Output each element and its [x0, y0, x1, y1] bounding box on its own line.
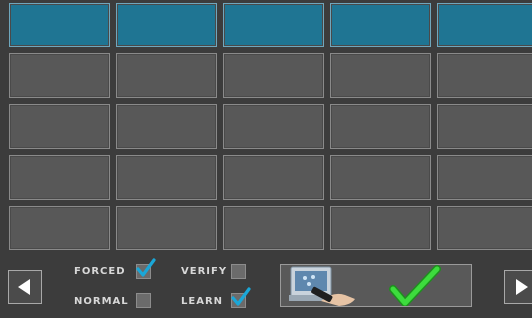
prev-page-button[interactable]	[8, 270, 42, 304]
grid-cell-r1-c3[interactable]	[223, 3, 324, 47]
grid-cell-r4-c2[interactable]	[116, 155, 217, 200]
check-icon	[136, 258, 156, 277]
grid-cell-r2-c3[interactable]	[223, 53, 324, 98]
next-page-button[interactable]	[504, 270, 532, 304]
grid-cell-r4-c5[interactable]	[437, 155, 532, 200]
preset-grid	[0, 0, 532, 254]
grid-cell-r1-c5[interactable]	[437, 3, 532, 47]
grid-cell-r2-c5[interactable]	[437, 53, 532, 98]
grid-cell-r1-c4[interactable]	[330, 3, 431, 47]
verify-label: VERIFY	[181, 266, 228, 277]
grid-cell-r3-c2[interactable]	[116, 104, 217, 149]
grid-cell-r5-c3[interactable]	[223, 206, 324, 250]
grid-cell-r5-c1[interactable]	[9, 206, 110, 250]
apply-learn-button[interactable]	[280, 264, 472, 307]
verify-checkbox[interactable]	[231, 264, 246, 279]
grid-cell-r1-c1[interactable]	[9, 3, 110, 47]
grid-cell-r1-c2[interactable]	[116, 3, 217, 47]
grid-cell-r5-c4[interactable]	[330, 206, 431, 250]
grid-cell-r5-c2[interactable]	[116, 206, 217, 250]
grid-cell-r4-c3[interactable]	[223, 155, 324, 200]
check-icon	[231, 287, 251, 306]
forced-checkbox[interactable]	[136, 258, 156, 279]
left-arrow-icon	[18, 279, 30, 295]
grid-cell-r4-c1[interactable]	[9, 155, 110, 200]
grid-cell-r3-c3[interactable]	[223, 104, 324, 149]
learn-label: LEARN	[181, 296, 224, 307]
grid-cell-r3-c5[interactable]	[437, 104, 532, 149]
grid-cell-r2-c2[interactable]	[116, 53, 217, 98]
grid-cell-r3-c4[interactable]	[330, 104, 431, 149]
right-arrow-icon	[516, 279, 528, 295]
learn-checkbox[interactable]	[231, 287, 251, 308]
green-checkmark-icon	[389, 265, 441, 306]
grid-cell-r4-c4[interactable]	[330, 155, 431, 200]
grid-cell-r2-c4[interactable]	[330, 53, 431, 98]
normal-label: NORMAL	[74, 296, 129, 307]
grid-cell-r2-c1[interactable]	[9, 53, 110, 98]
normal-checkbox[interactable]	[136, 293, 151, 308]
grid-cell-r5-c5[interactable]	[437, 206, 532, 250]
grid-cell-r3-c1[interactable]	[9, 104, 110, 149]
forced-label: FORCED	[74, 266, 126, 277]
